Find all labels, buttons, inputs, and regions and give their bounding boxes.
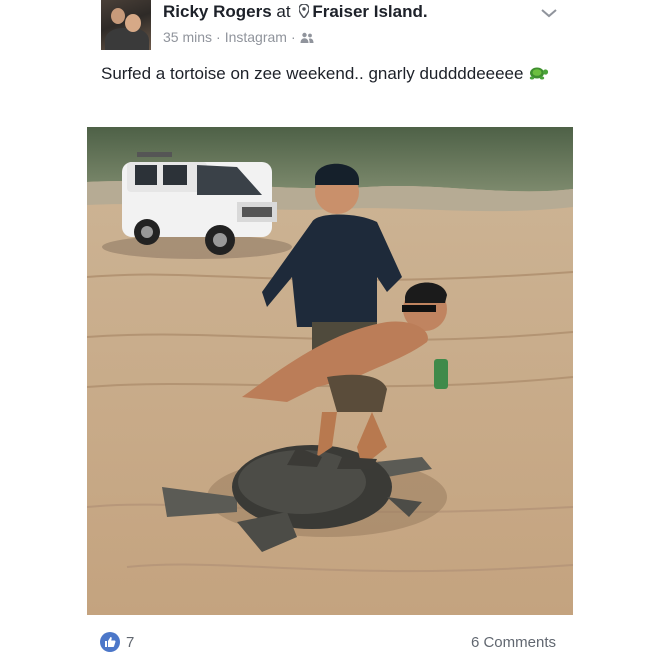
post-meta: 35 mins · Instagram · bbox=[163, 29, 314, 45]
author-avatar[interactable] bbox=[101, 0, 151, 50]
post-header: Ricky Rogers at Fraiser Island. bbox=[163, 2, 428, 22]
like-thumb-icon bbox=[100, 632, 120, 652]
location-link[interactable]: Fraiser Island. bbox=[312, 2, 427, 21]
friends-icon[interactable] bbox=[300, 32, 314, 44]
meta-separator: · bbox=[216, 29, 221, 45]
post-photo[interactable] bbox=[87, 127, 573, 615]
post-source: Instagram bbox=[224, 29, 287, 45]
beach-photo bbox=[87, 127, 573, 615]
meta-separator: · bbox=[290, 29, 296, 45]
post-message-text: Surfed a tortoise on zee weekend.. gnarl… bbox=[101, 64, 524, 83]
chevron-down-icon[interactable] bbox=[540, 6, 558, 20]
like-count: 7 bbox=[126, 633, 135, 651]
like-summary[interactable]: 7 bbox=[100, 632, 134, 652]
at-label: at bbox=[276, 2, 291, 21]
post-message: Surfed a tortoise on zee weekend.. gnarl… bbox=[101, 60, 561, 88]
comments-link[interactable]: 6 Comments bbox=[471, 634, 556, 651]
post-time[interactable]: 35 mins bbox=[163, 29, 212, 45]
location-pin-icon bbox=[299, 4, 310, 18]
turtle-icon bbox=[530, 67, 549, 80]
facebook-post: Ricky Rogers at Fraiser Island. 35 mins ·… bbox=[0, 0, 660, 660]
author-name[interactable]: Ricky Rogers bbox=[163, 2, 272, 21]
